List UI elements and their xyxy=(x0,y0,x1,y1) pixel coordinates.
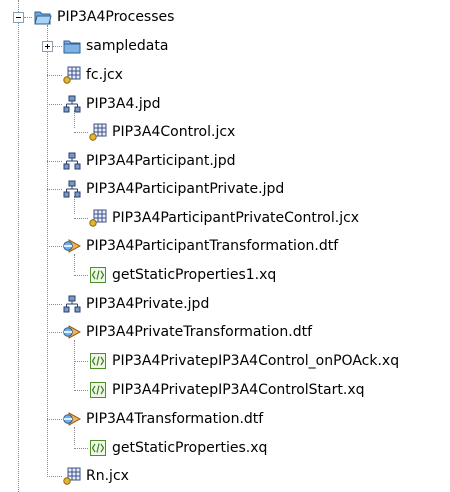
tree-connector-line xyxy=(47,476,62,477)
tree-connector-line xyxy=(74,340,75,388)
xquery-icon xyxy=(90,353,106,369)
process-jpd-icon xyxy=(63,95,81,113)
tree-connector-line xyxy=(74,361,88,362)
tree-connector-line xyxy=(74,275,88,276)
project-tree: PIP3A4Processes sampledata fc.jcx PIP3A4… xyxy=(0,0,450,492)
tree-node-pip3a4-jpd[interactable]: PIP3A4.jpd xyxy=(63,90,162,118)
tree-connector-line xyxy=(47,75,62,76)
tree-connector-line xyxy=(47,332,62,333)
tree-node-getstaticproperties1-xq[interactable]: getStaticProperties1.xq xyxy=(89,261,277,289)
tree-connector-line xyxy=(74,132,88,133)
tree-node-label: sampledata xyxy=(86,38,169,54)
tree-node-label: Rn.jcx xyxy=(86,468,129,484)
tree-node-pip3a4privatepip3a4control-onpoack-xq[interactable]: PIP3A4PrivatepIP3A4Control_onPOAck.xq xyxy=(89,347,400,375)
tree-node-label: fc.jcx xyxy=(86,67,123,83)
control-jcx-icon xyxy=(89,123,107,141)
transformation-dtf-icon xyxy=(63,412,81,426)
transformation-dtf-icon xyxy=(63,325,81,339)
tree-node-pip3a4participantprivate-jpd[interactable]: PIP3A4ParticipantPrivate.jpd xyxy=(63,175,285,203)
tree-connector-line xyxy=(47,304,62,305)
tree-connector-line xyxy=(47,104,62,105)
tree-connector-line xyxy=(18,22,19,492)
tree-connector-line xyxy=(53,46,62,47)
tree-node-label: PIP3A4Processes xyxy=(57,9,175,25)
tree-node-label: PIP3A4Participant.jpd xyxy=(86,153,236,169)
tree-node-getstaticproperties-xq[interactable]: getStaticProperties.xq xyxy=(89,434,268,462)
tree-node-label: getStaticProperties.xq xyxy=(112,440,268,456)
folder-icon xyxy=(63,40,81,54)
plus-icon-vertical xyxy=(47,44,48,49)
tree-connector-line xyxy=(47,189,62,190)
tree-node-label: PIP3A4Control.jcx xyxy=(112,124,236,140)
xquery-icon xyxy=(90,267,106,283)
tree-node-pip3a4participanttransformation-dtf[interactable]: PIP3A4ParticipantTransformation.dtf xyxy=(63,232,339,260)
tree-node-label: PIP3A4ParticipantTransformation.dtf xyxy=(86,238,339,254)
tree-connector-line xyxy=(47,419,62,420)
tree-node-label: PIP3A4PrivateTransformation.dtf xyxy=(86,324,313,340)
process-jpd-icon xyxy=(63,180,81,198)
tree-connector-line xyxy=(47,161,62,162)
tree-connector-line xyxy=(18,0,19,12)
xquery-icon xyxy=(90,440,106,456)
control-jcx-icon xyxy=(63,66,81,84)
folder-open-icon xyxy=(34,11,52,25)
tree-node-fc-jcx[interactable]: fc.jcx xyxy=(63,61,124,89)
tree-node-pip3a4transformation-dtf[interactable]: PIP3A4Transformation.dtf xyxy=(63,405,264,433)
tree-node-pip3a4control-jcx[interactable]: PIP3A4Control.jcx xyxy=(89,118,236,146)
tree-node-pip3a4privatetransformation-dtf[interactable]: PIP3A4PrivateTransformation.dtf xyxy=(63,318,313,346)
collapse-toggle-pip3a4processes[interactable] xyxy=(13,12,24,23)
tree-node-pip3a4participantprivatecontrol-jcx[interactable]: PIP3A4ParticipantPrivateControl.jcx xyxy=(89,204,360,232)
tree-node-pip3a4privatepip3a4controlstart-xq[interactable]: PIP3A4PrivatepIP3A4ControlStart.xq xyxy=(89,376,366,404)
xquery-icon xyxy=(90,382,106,398)
tree-node-pip3a4processes[interactable]: PIP3A4Processes xyxy=(34,3,175,31)
process-jpd-icon xyxy=(63,152,81,170)
tree-connector-line xyxy=(47,246,62,247)
tree-connector-line xyxy=(47,25,48,475)
tree-connector-line xyxy=(74,390,88,391)
tree-node-pip3a4participant-jpd[interactable]: PIP3A4Participant.jpd xyxy=(63,147,236,175)
control-jcx-icon xyxy=(63,467,81,485)
tree-node-pip3a4private-jpd[interactable]: PIP3A4Private.jpd xyxy=(63,290,210,318)
tree-node-label: PIP3A4PrivatepIP3A4ControlStart.xq xyxy=(112,382,365,398)
tree-node-label: PIP3A4ParticipantPrivate.jpd xyxy=(86,181,285,197)
tree-node-sampledata[interactable]: sampledata xyxy=(63,32,169,60)
control-jcx-icon xyxy=(89,209,107,227)
transformation-dtf-icon xyxy=(63,239,81,253)
tree-connector-line xyxy=(74,218,88,219)
tree-node-label: PIP3A4ParticipantPrivateControl.jcx xyxy=(112,210,360,226)
tree-node-label: PIP3A4PrivatepIP3A4Control_onPOAck.xq xyxy=(112,353,400,369)
tree-node-label: getStaticProperties1.xq xyxy=(112,267,277,283)
tree-node-label: PIP3A4.jpd xyxy=(86,96,161,112)
tree-connector-line xyxy=(74,448,88,449)
tree-node-rn-jcx[interactable]: Rn.jcx xyxy=(63,462,130,490)
tree-node-label: PIP3A4Private.jpd xyxy=(86,296,210,312)
expand-toggle-sampledata[interactable] xyxy=(42,41,53,52)
tree-connector-line xyxy=(24,17,32,18)
tree-node-label: PIP3A4Transformation.dtf xyxy=(86,411,264,427)
minus-icon xyxy=(16,17,21,18)
process-jpd-icon xyxy=(63,295,81,313)
